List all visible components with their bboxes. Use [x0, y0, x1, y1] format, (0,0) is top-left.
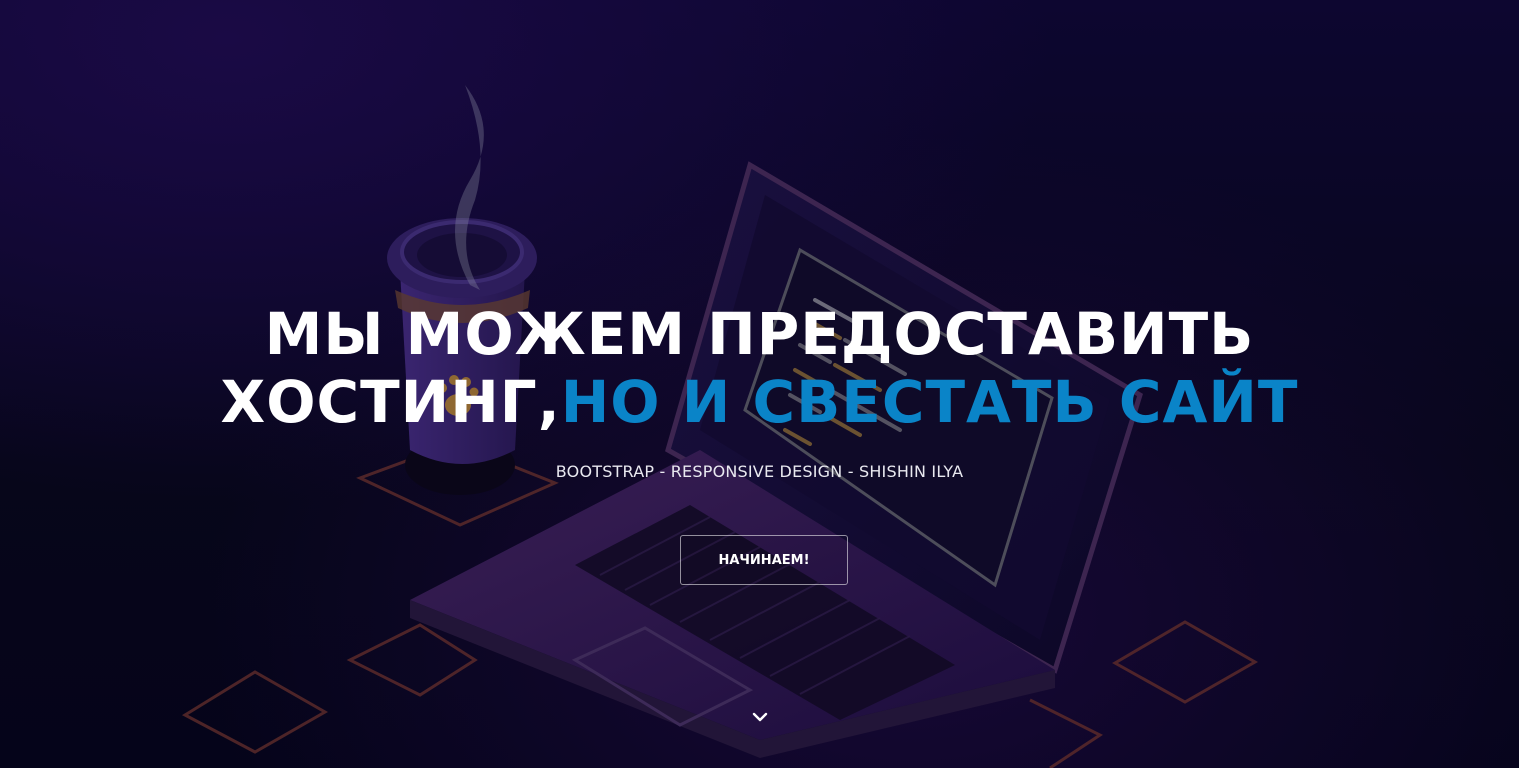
headline-accent-text: НО И СВЕСТАТЬ САЙТ	[560, 368, 1299, 436]
hero-content: МЫ МОЖЕМ ПРЕДОСТАВИТЬ ХОСТИНГ,НО И СВЕСТ…	[0, 0, 1519, 768]
chevron-down-icon[interactable]	[749, 706, 771, 728]
hero-headline: МЫ МОЖЕМ ПРЕДОСТАВИТЬ ХОСТИНГ,НО И СВЕСТ…	[40, 300, 1479, 436]
start-button-label: НАЧИНАЕМ!	[718, 552, 810, 568]
hero-section: МЫ МОЖЕМ ПРЕДОСТАВИТЬ ХОСТИНГ,НО И СВЕСТ…	[0, 0, 1519, 768]
start-button[interactable]: НАЧИНАЕМ!	[680, 535, 848, 585]
hero-subtitle: BOOTSTRAP - RESPONSIVE DESIGN - SHISHIN …	[555, 462, 964, 481]
